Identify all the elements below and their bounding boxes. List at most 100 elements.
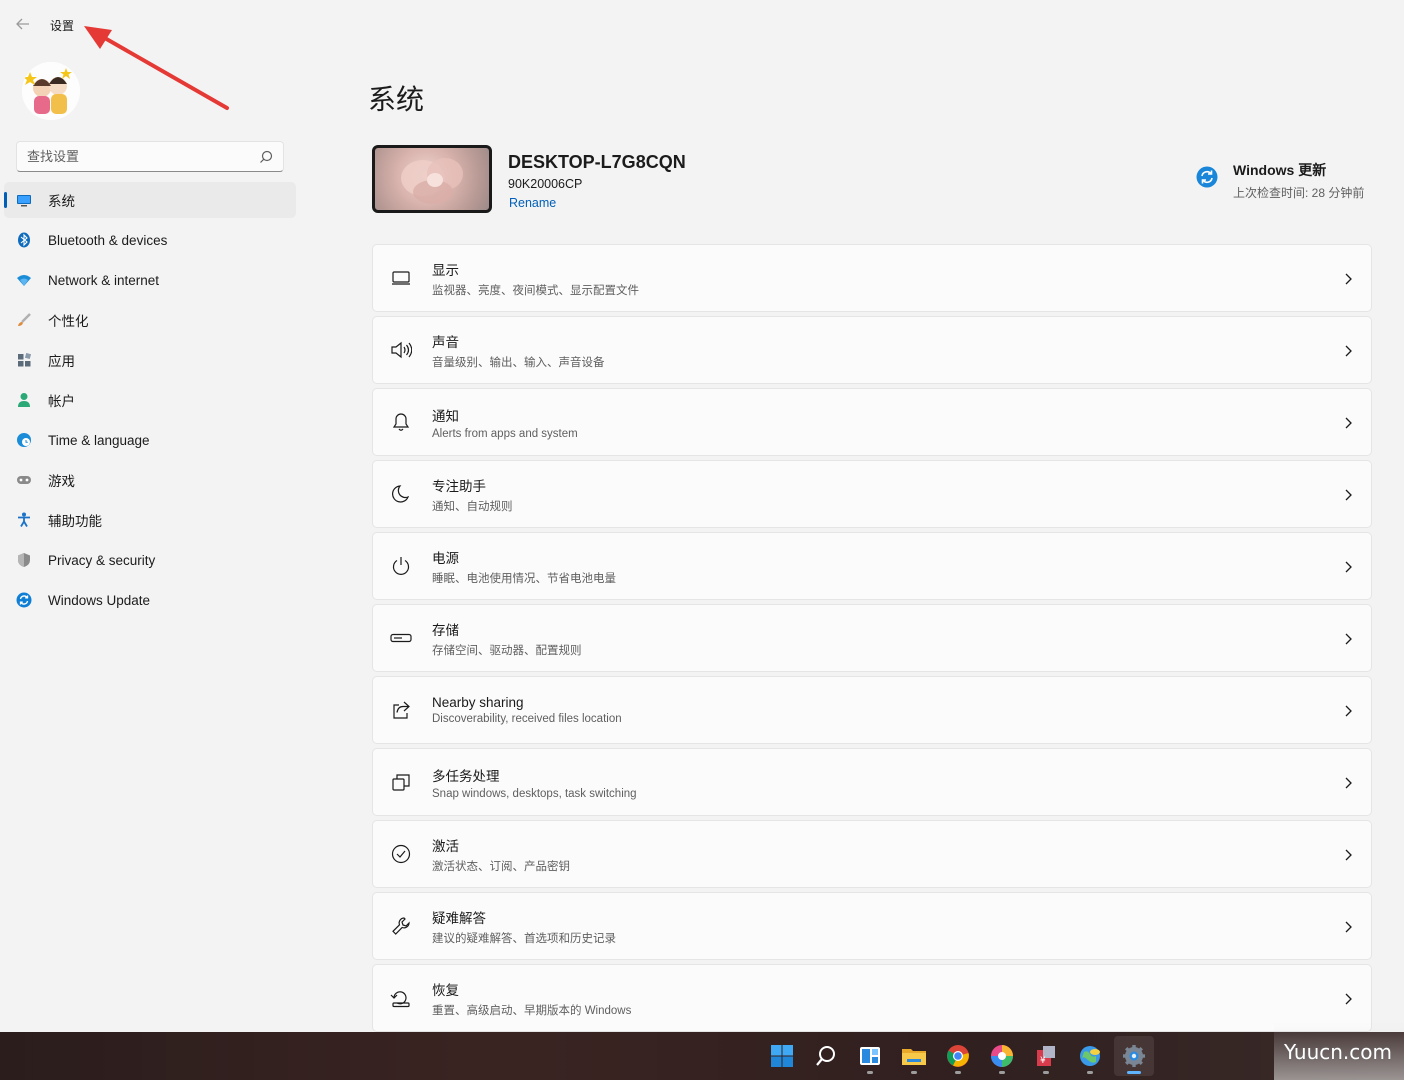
- card-activation[interactable]: 激活激活状态、订阅、产品密钥: [372, 820, 1372, 888]
- check-circle-icon: [390, 843, 412, 865]
- card-subtitle: 存储空间、驱动器、配置规则: [432, 644, 582, 657]
- running-indicator: [1087, 1071, 1093, 1074]
- app-title: 设置: [50, 19, 75, 33]
- sidebar-nav: 系统 Bluetooth & devices Network & interne…: [4, 182, 296, 622]
- card-sound[interactable]: 声音音量级别、输出、输入、声音设备: [372, 316, 1372, 384]
- card-power[interactable]: 电源 睡眠、电池使用情况、节省电池电量: [372, 532, 1372, 600]
- card-display[interactable]: 显示监视器、亮度、夜间模式、显示配置文件: [372, 244, 1372, 312]
- sidebar-item-apps[interactable]: 应用: [4, 342, 296, 378]
- card-focus-assist[interactable]: 专注助手 通知、自动规则: [372, 460, 1372, 528]
- sidebar-item-label: Network & internet: [48, 272, 160, 288]
- device-name: DESKTOP-L7G8CQN: [508, 152, 686, 172]
- card-title: Nearby sharing: [432, 695, 524, 710]
- windows-update-widget[interactable]: Windows 更新 上次检查时间: 28 分钟前: [1196, 160, 1364, 201]
- sidebar-item-personalization[interactable]: 个性化: [4, 302, 296, 338]
- card-subtitle: 音量级别、输出、输入、声音设备: [432, 356, 605, 369]
- sidebar-item-label: Windows Update: [48, 592, 151, 608]
- avatar-illustration: [22, 62, 80, 120]
- device-model: 90K20006CP: [508, 177, 583, 191]
- update-sync-icon: [16, 592, 32, 608]
- wifi-icon: [16, 272, 32, 288]
- file-explorer-icon: [902, 1049, 926, 1065]
- shield-icon: [16, 552, 32, 568]
- card-subtitle: 建议的疑难解答、首选项和历史记录: [432, 932, 616, 945]
- card-subtitle: Alerts from apps and system: [432, 427, 578, 440]
- sidebar-item-accounts[interactable]: 帐户: [4, 382, 296, 418]
- card-title: 专注助手: [432, 478, 486, 494]
- taskbar-browser[interactable]: [982, 1036, 1022, 1076]
- avatar[interactable]: [22, 62, 80, 120]
- sidebar-item-windows-update[interactable]: Windows Update: [4, 582, 296, 618]
- rename-link[interactable]: Rename: [509, 196, 556, 210]
- card-subtitle: 监视器、亮度、夜间模式、显示配置文件: [432, 284, 639, 297]
- sidebar-item-bluetooth[interactable]: Bluetooth & devices: [4, 222, 296, 258]
- bell-icon: [390, 411, 412, 433]
- widgets-icon: [860, 1047, 880, 1065]
- card-notifications[interactable]: 通知 Alerts from apps and system: [372, 388, 1372, 456]
- running-indicator: [999, 1071, 1005, 1074]
- apps-icon: [16, 352, 32, 368]
- card-troubleshoot[interactable]: 疑难解答建议的疑难解答、首选项和历史记录: [372, 892, 1372, 960]
- gamepad-icon: [16, 472, 32, 488]
- sidebar-item-label: 应用: [48, 354, 75, 369]
- taskbar-globe-app[interactable]: [1070, 1036, 1110, 1076]
- share-icon: [390, 699, 412, 721]
- tool-app-icon: ¥: [1037, 1046, 1055, 1066]
- search-icon: [816, 1046, 835, 1066]
- svg-text:¥: ¥: [1040, 1056, 1046, 1066]
- running-indicator: [867, 1071, 873, 1074]
- running-indicator: [955, 1071, 961, 1074]
- watermark-text: Yuucn.com: [1283, 1040, 1392, 1064]
- chrome-icon: [947, 1045, 969, 1067]
- card-title: 声音: [432, 334, 459, 350]
- card-storage[interactable]: 存储 存储空间、驱动器、配置规则: [372, 604, 1372, 672]
- back-arrow-icon: [16, 18, 29, 30]
- update-sync-icon: [1196, 166, 1218, 188]
- sidebar-item-label: Privacy & security: [48, 552, 156, 568]
- taskbar-icons: ¥: [762, 1032, 1158, 1080]
- speaker-icon: [390, 339, 412, 361]
- taskbar-file-explorer[interactable]: [894, 1036, 934, 1076]
- multitask-icon: [390, 771, 412, 793]
- taskbar-settings[interactable]: [1114, 1036, 1154, 1076]
- accessibility-icon: [16, 512, 32, 528]
- sidebar-item-time-language[interactable]: Time & language: [4, 422, 296, 458]
- settings-list: 显示监视器、亮度、夜间模式、显示配置文件 声音音量级别、输出、输入、声音设备 通…: [372, 244, 1372, 1036]
- card-multitasking[interactable]: 多任务处理 Snap windows, desktops, task switch…: [372, 748, 1372, 816]
- card-title: 疑难解答: [432, 910, 486, 926]
- brush-icon: [16, 312, 32, 328]
- sidebar-item-gaming[interactable]: 游戏: [4, 462, 296, 498]
- card-title: 显示: [432, 262, 459, 278]
- search-input[interactable]: [27, 149, 259, 164]
- page-title: 系统: [368, 84, 425, 115]
- taskbar-widgets-button[interactable]: [850, 1036, 890, 1076]
- active-indicator: [1127, 1071, 1141, 1074]
- sidebar-item-network[interactable]: Network & internet: [4, 262, 296, 298]
- start-button[interactable]: [762, 1036, 802, 1076]
- settings-gear-icon: [1123, 1045, 1145, 1067]
- taskbar: ¥: [0, 1032, 1404, 1080]
- card-title: 多任务处理: [432, 768, 500, 784]
- globe-clock-icon: [16, 432, 32, 448]
- taskbar-chrome[interactable]: [938, 1036, 978, 1076]
- settings-search[interactable]: [16, 141, 284, 172]
- card-title: 激活: [432, 838, 459, 854]
- chevron-right-icon: [1345, 417, 1352, 429]
- sidebar-item-accessibility[interactable]: 辅助功能: [4, 502, 296, 538]
- bluetooth-icon: [16, 232, 32, 248]
- wallpaper-flower-image: [401, 158, 463, 204]
- system-display-icon: [16, 192, 32, 208]
- moon-icon: [390, 483, 412, 505]
- sidebar-item-system[interactable]: 系统: [4, 182, 296, 218]
- card-subtitle: Discoverability, received files location: [432, 713, 622, 725]
- back-button[interactable]: [10, 12, 36, 36]
- card-nearby-sharing[interactable]: Nearby sharing Discoverability, received …: [372, 676, 1372, 744]
- taskbar-tool-app[interactable]: ¥: [1026, 1036, 1066, 1076]
- storage-drive-icon: [390, 627, 412, 649]
- sidebar-item-privacy[interactable]: Privacy & security: [4, 542, 296, 578]
- card-recovery[interactable]: 恢复 重置、高级启动、早期版本的 Windows: [372, 964, 1372, 1032]
- chevron-right-icon: [1345, 849, 1352, 861]
- card-subtitle: 激活状态、订阅、产品密钥: [432, 860, 570, 873]
- taskbar-search-button[interactable]: [806, 1036, 846, 1076]
- chevron-right-icon: [1345, 489, 1352, 501]
